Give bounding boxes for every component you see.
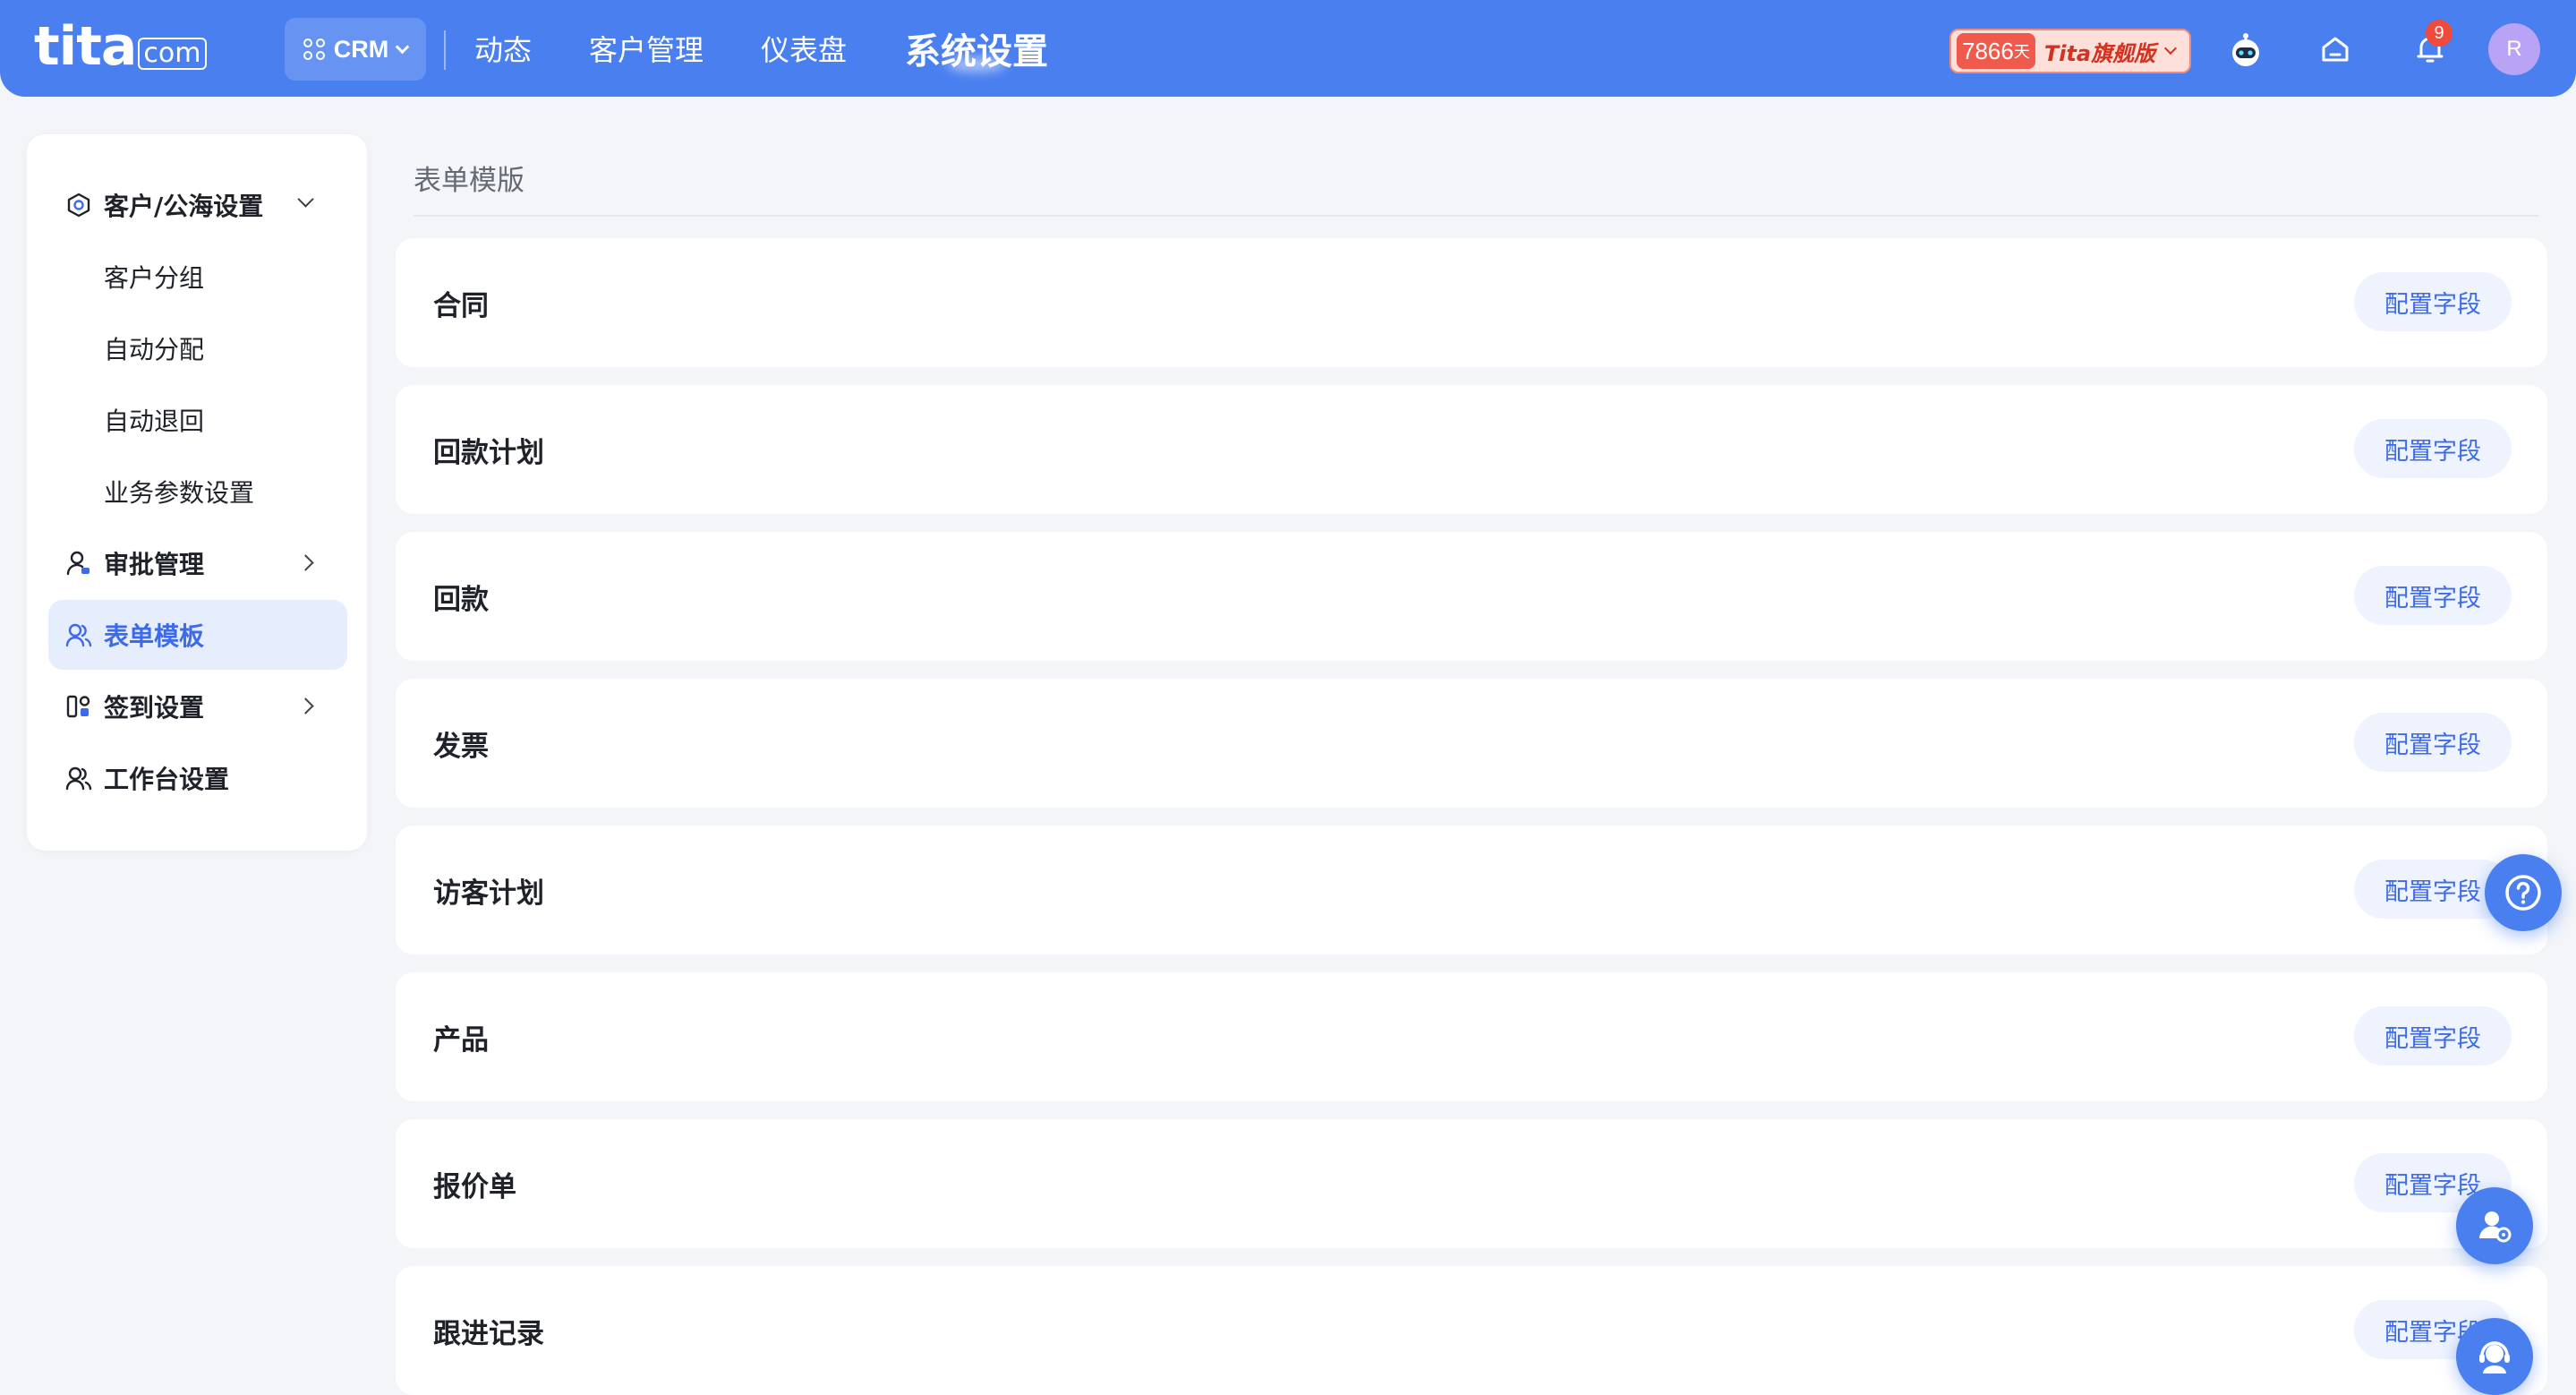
- configure-fields-button[interactable]: 配置字段: [2354, 419, 2512, 478]
- sidebar-item-label: 表单模板: [104, 621, 205, 651]
- page-title: 表单模版: [414, 165, 525, 197]
- sidebar-group-approval[interactable]: 审批管理: [48, 528, 347, 598]
- settings-sidebar: 客户/公海设置 客户分组 自动分配 自动退回 业务参数设置 审批管理 表单模板: [27, 134, 367, 851]
- top-navigation-bar: tita com CRM 动态 客户管理 仪表盘 系统设置 7866 天 Tita…: [0, 0, 2576, 97]
- form-template-row: 合同 配置字段: [396, 238, 2547, 367]
- logo-domain: com: [138, 38, 207, 70]
- form-template-row: 报价单 配置字段: [396, 1119, 2547, 1248]
- sidebar-item-auto-return[interactable]: 自动退回: [48, 385, 347, 455]
- hexagon-settings-icon: [64, 191, 93, 219]
- sidebar-item-auto-assign[interactable]: 自动分配: [48, 313, 347, 383]
- form-template-name: 跟进记录: [433, 1317, 544, 1350]
- app-switcher-button[interactable]: CRM: [285, 18, 426, 81]
- chevron-right-icon: [297, 698, 314, 715]
- form-template-name: 访客计划: [433, 877, 544, 910]
- sidebar-group-check-in[interactable]: 签到设置: [48, 672, 347, 741]
- notification-count-badge: 9: [2426, 20, 2452, 47]
- help-button[interactable]: [2485, 854, 2562, 931]
- contact-settings-button[interactable]: [2456, 1187, 2533, 1264]
- sidebar-item-workbench-settings[interactable]: 工作台设置: [48, 743, 347, 813]
- form-template-name: 报价单: [433, 1170, 516, 1203]
- users-icon: [64, 620, 93, 649]
- form-template-row: 跟进记录 配置字段: [396, 1266, 2547, 1395]
- form-template-name: 合同: [433, 289, 489, 322]
- chevron-down-icon: [2164, 41, 2178, 56]
- logo-wordmark: tita: [34, 15, 137, 78]
- edition-trial-badge[interactable]: 7866 天 Tita旗舰版: [1949, 29, 2191, 73]
- user-check-icon: [64, 549, 93, 578]
- chevron-right-icon: [297, 554, 314, 571]
- configure-fields-button[interactable]: 配置字段: [2354, 713, 2512, 772]
- trial-days-counter: 7866 天: [1957, 33, 2035, 69]
- app-grid-icon: [303, 39, 325, 60]
- headset-icon: [2479, 1341, 2510, 1374]
- user-avatar[interactable]: R: [2488, 23, 2540, 75]
- customer-service-button[interactable]: [2456, 1318, 2533, 1395]
- edition-label: Tita旗舰版: [2043, 40, 2156, 66]
- nav-tab-customers[interactable]: 客户管理: [589, 0, 704, 97]
- form-template-row: 访客计划 配置字段: [396, 826, 2547, 954]
- chevron-down-icon: [297, 191, 314, 208]
- sidebar-group-label: 客户/公海设置: [104, 192, 264, 221]
- configure-fields-button[interactable]: 配置字段: [2354, 272, 2512, 331]
- sidebar-item-form-templates[interactable]: 表单模板: [48, 600, 347, 670]
- home-icon[interactable]: [2316, 30, 2354, 68]
- form-template-row: 产品 配置字段: [396, 972, 2547, 1101]
- sidebar-group-label: 审批管理: [104, 550, 205, 579]
- nav-tab-dashboard[interactable]: 仪表盘: [761, 0, 847, 97]
- tita-logo[interactable]: tita com: [34, 20, 207, 73]
- form-template-row: 发票 配置字段: [396, 679, 2547, 808]
- nav-tab-feed[interactable]: 动态: [474, 0, 532, 97]
- trial-days-unit: 天: [2013, 43, 2030, 61]
- nav-tab-system-settings[interactable]: 系统设置: [905, 0, 1048, 97]
- user-settings-icon: [2479, 1211, 2512, 1243]
- configure-fields-button[interactable]: 配置字段: [2354, 566, 2512, 625]
- trial-days-value: 7866: [1962, 37, 2014, 64]
- app-switcher-label: CRM: [333, 35, 389, 63]
- title-divider: [414, 215, 2538, 217]
- form-template-name: 回款: [433, 583, 489, 616]
- form-template-name: 发票: [433, 730, 489, 763]
- sidebar-item-customer-groups[interactable]: 客户分组: [48, 242, 347, 312]
- question-mark-icon: [2505, 875, 2541, 911]
- ai-assistant-robot-icon[interactable]: [2227, 30, 2265, 68]
- form-template-row: 回款 配置字段: [396, 532, 2547, 661]
- apps-icon: [64, 692, 93, 721]
- sidebar-item-business-params[interactable]: 业务参数设置: [48, 457, 347, 526]
- active-tab-indicator: [947, 57, 1006, 72]
- chevron-down-icon: [395, 39, 410, 54]
- sidebar-item-label: 工作台设置: [104, 765, 230, 794]
- nav-divider: [444, 30, 446, 70]
- form-template-name: 产品: [433, 1023, 489, 1057]
- sidebar-group-label: 签到设置: [104, 693, 205, 723]
- configure-fields-button[interactable]: 配置字段: [2354, 1006, 2512, 1066]
- form-template-row: 回款计划 配置字段: [396, 385, 2547, 514]
- form-template-name: 回款计划: [433, 436, 544, 469]
- users-icon: [64, 764, 93, 792]
- sidebar-group-customer-pool-settings[interactable]: 客户/公海设置: [48, 170, 347, 240]
